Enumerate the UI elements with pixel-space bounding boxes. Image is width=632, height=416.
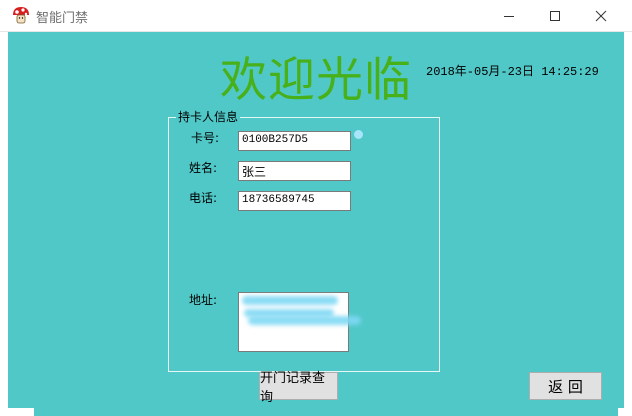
address-label: 地址: (189, 293, 218, 307)
name-field[interactable]: 张三 (238, 161, 351, 181)
maximize-button[interactable] (532, 0, 578, 31)
cardholder-info-title: 持卡人信息 (176, 108, 241, 125)
maximize-icon (550, 10, 560, 21)
phone-label: 电话: (189, 191, 218, 205)
phone-field[interactable]: 18736589745 (238, 191, 351, 211)
minimize-button[interactable] (486, 0, 532, 31)
window-title: 智能门禁 (36, 11, 89, 26)
card-number-field[interactable]: 0100B257D5 (238, 131, 351, 151)
redacted-address-mark (242, 296, 338, 305)
background-strip (34, 408, 618, 416)
mushroom-app-icon (13, 7, 29, 24)
back-button[interactable]: 返 回 (529, 372, 602, 400)
datetime-display: 2018年-05月-23日 14:25:29 (426, 65, 599, 79)
status-dot (354, 130, 363, 139)
open-records-query-button[interactable]: 开门记录查询 (259, 371, 338, 405)
welcome-heading: 欢迎光临 (220, 53, 412, 108)
card-number-label: 卡号: (191, 131, 220, 145)
main-panel: 欢迎光临 2018年-05月-23日 14:25:29 持卡人信息 卡号: 01… (8, 32, 624, 408)
redacted-address-mark (248, 316, 361, 325)
minimize-icon (504, 15, 514, 17)
name-label: 姓名: (189, 161, 218, 175)
close-icon (595, 10, 607, 21)
close-button[interactable] (578, 0, 624, 31)
title-bar: 智能门禁 (0, 0, 632, 32)
